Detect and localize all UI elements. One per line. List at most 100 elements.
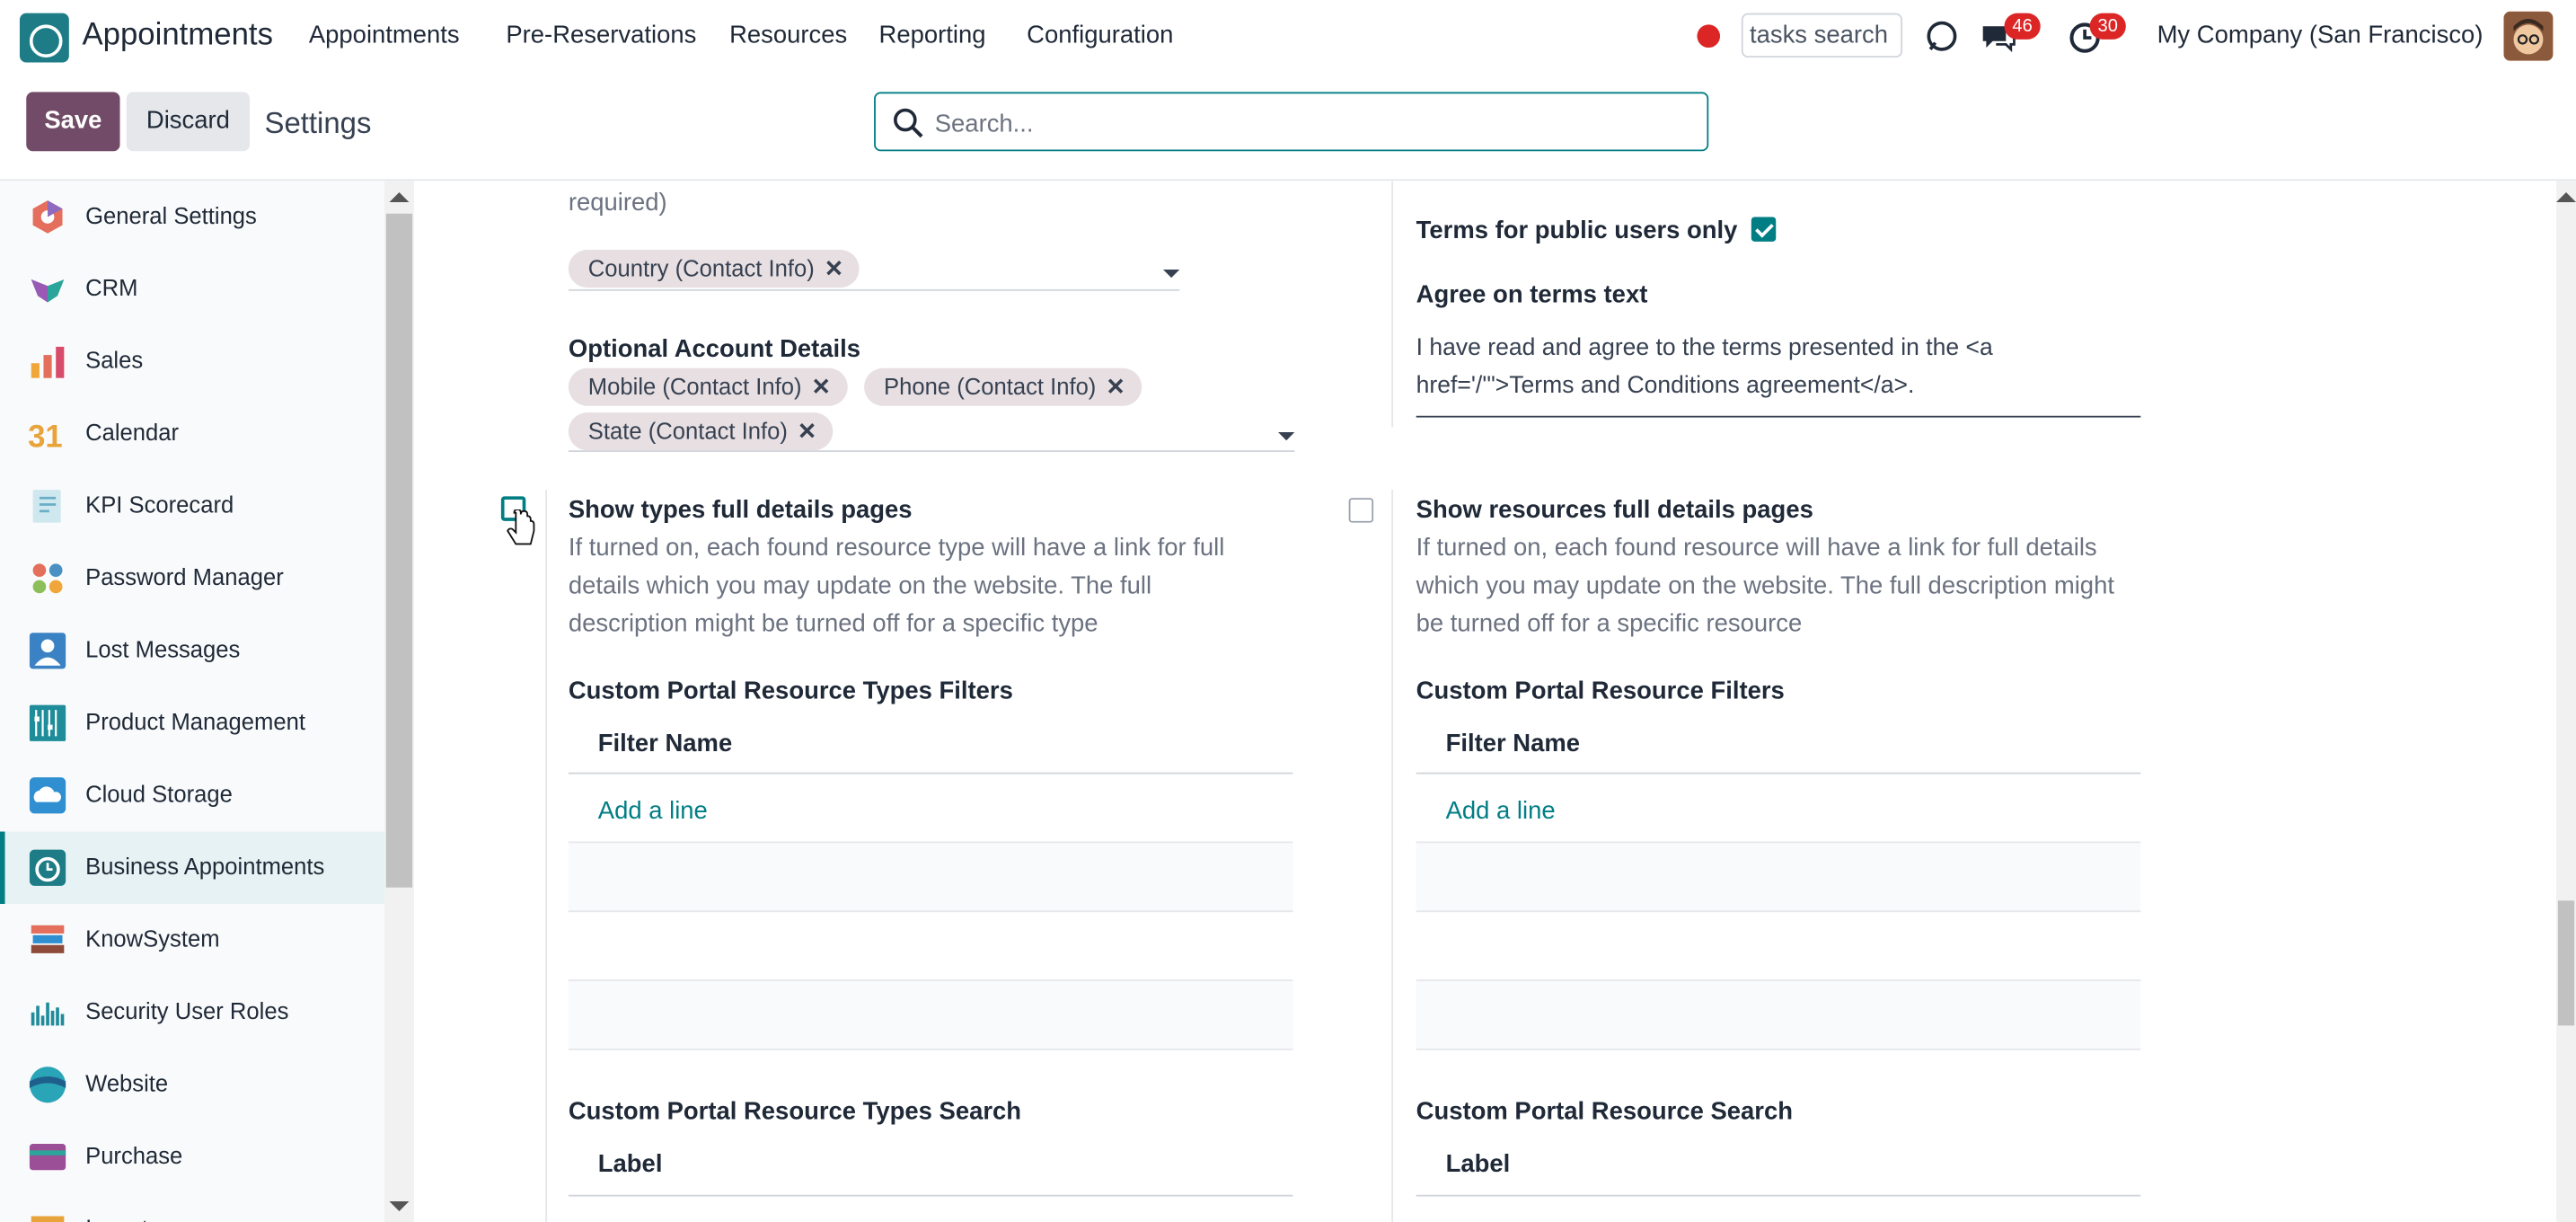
sidebar-item-label: Business Appointments	[85, 853, 325, 880]
settings-sidebar: General Settings CRM Sales 31 Calendar K…	[0, 181, 385, 1222]
sidebar-item-label: Inventory	[85, 1215, 180, 1222]
remove-tag-icon[interactable]: ✕	[825, 255, 843, 281]
table-row-line	[1416, 1048, 2141, 1050]
tag-phone-contact-info[interactable]: Phone (Contact Info) ✕	[864, 367, 1142, 406]
remove-tag-icon[interactable]: ✕	[811, 373, 830, 399]
remove-tag-icon[interactable]: ✕	[1106, 373, 1125, 399]
resource-filters-add-line[interactable]: Add a line	[1446, 797, 1556, 825]
tasks-search-input[interactable]	[1741, 13, 1903, 58]
settings-search[interactable]	[874, 92, 1709, 152]
messages-count-badge: 46	[2004, 13, 2041, 40]
sidebar-item-label: CRM	[85, 274, 138, 301]
show-resources-desc-2: which you may update on the website. The…	[1416, 571, 2114, 600]
product-management-icon	[29, 704, 66, 741]
resource-filters-column-header: Filter Name	[1445, 730, 1581, 758]
sidebar-item-inventory[interactable]: Inventory	[0, 1193, 384, 1222]
content-scrollbar[interactable]	[2556, 181, 2576, 1222]
avatar-face-icon	[2503, 11, 2554, 61]
content-scrollbar-thumb[interactable]	[2557, 900, 2575, 1026]
tag-label: State (Contact Info)	[587, 417, 788, 444]
sidebar-scrollbar-thumb[interactable]	[385, 213, 413, 888]
sidebar-item-cloud-storage[interactable]: Cloud Storage	[0, 759, 384, 831]
sidebar-item-business-appointments[interactable]: Business Appointments	[0, 831, 385, 904]
sidebar-item-label: Security User Roles	[85, 997, 289, 1024]
show-resources-details-checkbox[interactable]	[1348, 498, 1374, 523]
sidebar-item-kpi-scorecard[interactable]: KPI Scorecard	[0, 470, 384, 542]
agree-terms-line-1[interactable]: I have read and agree to the terms prese…	[1416, 335, 1993, 361]
menu-configuration[interactable]: Configuration	[1027, 22, 1173, 49]
resource-search-title: Custom Portal Resource Search	[1416, 1097, 1793, 1126]
discard-button[interactable]: Discard	[126, 92, 251, 152]
appointments-app-icon[interactable]	[19, 13, 69, 63]
sidebar-item-crm[interactable]: CRM	[0, 253, 384, 325]
lost-messages-icon	[29, 633, 66, 669]
required-field-underline	[568, 288, 1180, 291]
kpi-scorecard-icon	[32, 490, 61, 523]
dropdown-caret-icon[interactable]	[1278, 432, 1295, 441]
tag-country-contact-info[interactable]: Country (Contact Info) ✕	[568, 250, 860, 288]
terms-public-users-checkbox[interactable]	[1751, 217, 1777, 242]
search-input[interactable]	[934, 105, 1658, 142]
sidebar-item-calendar[interactable]: 31 Calendar	[0, 398, 384, 470]
table-header-line	[568, 1194, 1293, 1197]
sidebar-item-label: KnowSystem	[85, 925, 220, 952]
table-row-line	[568, 1048, 1293, 1050]
show-types-desc-3: description might be turned off for a sp…	[568, 609, 1098, 638]
sidebar-item-knowsystem[interactable]: KnowSystem	[0, 904, 384, 976]
table-header-line	[568, 772, 1293, 775]
types-filters-column-header: Filter Name	[597, 730, 733, 758]
sidebar-item-security-user-roles[interactable]: Security User Roles	[0, 976, 384, 1048]
tag-state-contact-info[interactable]: State (Contact Info) ✕	[568, 412, 834, 451]
svg-text:31: 31	[28, 421, 63, 454]
types-search-column-header: Label	[597, 1150, 663, 1179]
show-resources-desc-1: If turned on, each found resource will h…	[1416, 534, 2097, 562]
resource-search-column-header: Label	[1445, 1150, 1511, 1179]
top-middle-divider	[1391, 181, 1394, 428]
types-filters-add-line[interactable]: Add a line	[598, 797, 708, 825]
table-header-line	[1416, 1194, 2141, 1197]
menu-appointments[interactable]: Appointments	[309, 22, 460, 49]
sidebar-item-lost-messages[interactable]: Lost Messages	[0, 615, 384, 686]
breadcrumb: Settings	[264, 106, 372, 140]
save-button[interactable]: Save	[26, 92, 120, 152]
sidebar-item-label: Purchase	[85, 1142, 183, 1169]
company-switcher[interactable]: My Company (San Francisco)	[2157, 22, 2483, 49]
remove-tag-icon[interactable]: ✕	[798, 418, 816, 444]
sidebar-item-general-settings[interactable]: General Settings	[0, 181, 384, 252]
scroll-up-arrow-icon[interactable]	[389, 192, 410, 202]
settings-content: required) Country (Contact Info) ✕ Option…	[413, 181, 2557, 1222]
sidebar-item-label: General Settings	[85, 201, 257, 229]
sidebar-item-sales[interactable]: Sales	[0, 325, 384, 397]
discuss-icon[interactable]	[1922, 16, 1962, 56]
menu-pre-reservations[interactable]: Pre-Reservations	[506, 22, 696, 49]
sidebar-item-website[interactable]: Website	[0, 1049, 384, 1120]
table-row-line	[568, 910, 1293, 913]
tag-mobile-contact-info[interactable]: Mobile (Contact Info) ✕	[568, 367, 848, 406]
show-types-desc-2: details which you may update on the webs…	[568, 571, 1152, 600]
agree-terms-line-2[interactable]: href='/'">Terms and Conditions agreement…	[1416, 373, 1915, 399]
content-scroll-up-icon[interactable]	[2556, 192, 2576, 202]
show-types-details-label: Show types full details pages	[568, 496, 913, 525]
agree-terms-label: Agree on terms text	[1416, 280, 1648, 309]
app-name[interactable]: Appointments	[82, 18, 273, 54]
user-avatar[interactable]	[2503, 11, 2554, 61]
menu-reporting[interactable]: Reporting	[879, 22, 986, 49]
password-manager-icon	[32, 563, 63, 594]
sidebar-item-product-management[interactable]: Product Management	[0, 687, 384, 759]
types-search-title: Custom Portal Resource Types Search	[568, 1097, 1022, 1126]
table-header-line	[1416, 772, 2141, 775]
terms-public-users-label: Terms for public users only	[1416, 217, 1738, 245]
sidebar-item-label: Calendar	[85, 419, 180, 446]
top-navbar: Appointments Appointments Pre-Reservatio…	[0, 0, 2576, 75]
sidebar-item-password-manager[interactable]: Password Manager	[0, 543, 384, 615]
sidebar-item-purchase[interactable]: Purchase	[0, 1120, 384, 1192]
resource-filters-title: Custom Portal Resource Filters	[1416, 677, 1785, 705]
menu-resources[interactable]: Resources	[729, 22, 847, 49]
table-empty-row	[568, 843, 1293, 913]
business-appointments-icon	[29, 849, 66, 886]
dropdown-caret-icon[interactable]	[1162, 269, 1180, 279]
search-icon	[894, 108, 923, 138]
table-empty-row	[1416, 980, 2141, 1050]
scroll-down-arrow-icon[interactable]	[389, 1201, 410, 1212]
record-icon[interactable]	[1697, 24, 1721, 49]
